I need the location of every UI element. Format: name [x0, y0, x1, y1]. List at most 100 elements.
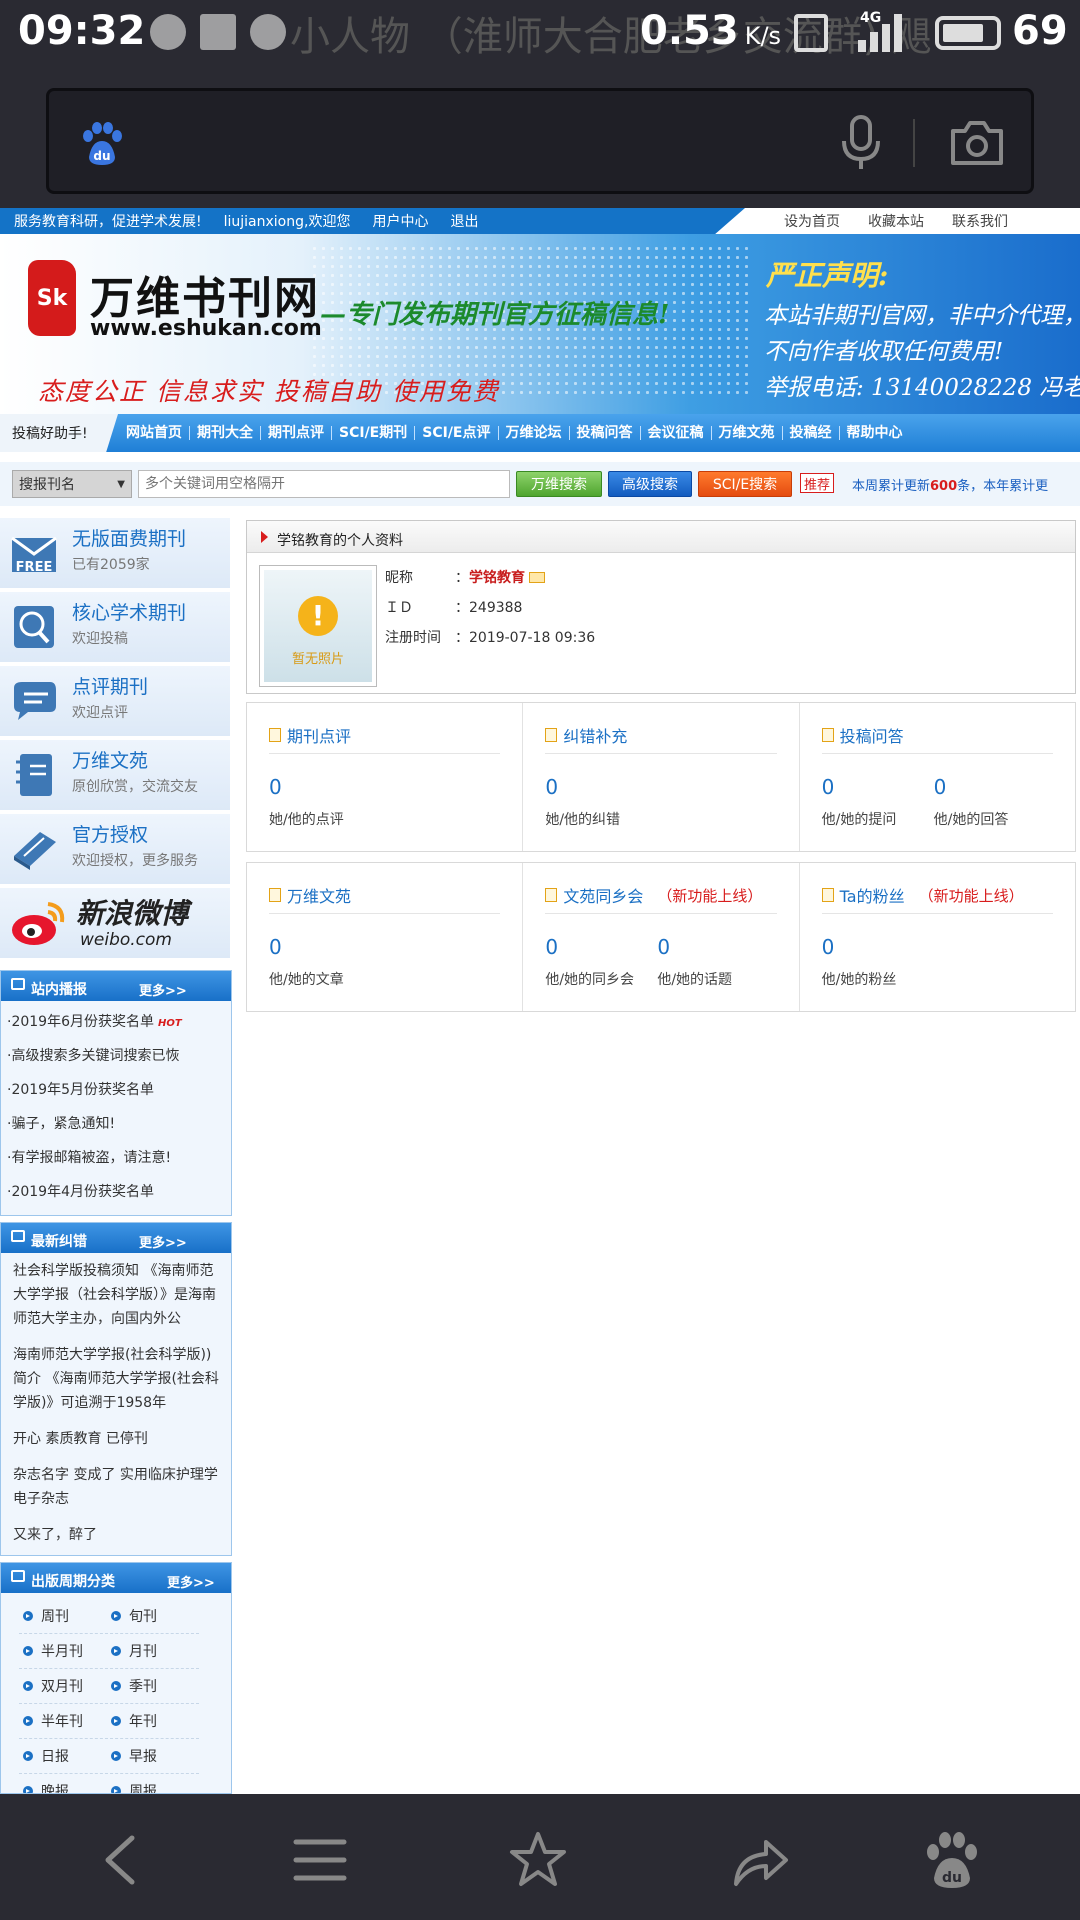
new-feature-badge: （新功能上线） — [657, 886, 763, 905]
more-link[interactable]: 更多>> — [167, 1572, 215, 1591]
document-icon — [269, 728, 281, 742]
list-item[interactable]: 社会科学版投稿须知 《海南师范大学学报（社会科学版）》是海南师范大学主办，向国内… — [1, 1253, 231, 1337]
keyword-input[interactable] — [138, 470, 510, 498]
nav-link-qa[interactable]: 投稿问答 — [570, 426, 641, 440]
recommend-badge[interactable]: 推荐 — [800, 473, 835, 493]
sidebar-item-free-journals[interactable]: FREE 无版面费期刊 已有2059家 — [0, 518, 230, 588]
bullet-arrow-icon — [111, 1611, 121, 1621]
logout-link[interactable]: 退出 — [450, 211, 478, 231]
stats-row-1: 期刊点评 0 她/他的点评 纠错补充 0 她/他的纠错 投稿问答 0 他/她的提… — [246, 702, 1076, 852]
update-stat: 本周累计更新600条，本年累计更 — [852, 479, 1049, 494]
chevron-down-icon: ▼ — [117, 479, 125, 490]
nav-link-forum[interactable]: 万维论坛 — [499, 426, 570, 440]
bullet-arrow-icon — [111, 1751, 121, 1761]
notice-line: 举报电话: 13140028228 冯老师 — [764, 375, 1080, 401]
topbar-right: 设为首页 收藏本站 联系我们 — [784, 208, 1008, 234]
notice-line: 本站非期刊官网，非中介代理， — [764, 303, 1080, 329]
share-icon[interactable] — [730, 1830, 790, 1890]
user-id: 249388 — [469, 600, 523, 616]
baidu-home-icon[interactable]: du — [922, 1830, 982, 1890]
camera-icon[interactable] — [949, 119, 1005, 167]
sidebar-item-official-auth[interactable]: 官方授权 欢迎授权，更多服务 — [0, 814, 230, 884]
nav-link-literature[interactable]: 万维文苑 — [712, 426, 783, 440]
period-item[interactable]: 月刊 — [107, 1641, 195, 1661]
browser-header: du — [0, 68, 1080, 210]
period-item[interactable]: 周报 — [107, 1781, 195, 1793]
advanced-search-button[interactable]: 高级搜索 — [608, 471, 692, 497]
period-item[interactable]: 半年刊 — [19, 1711, 107, 1731]
contact-us-link[interactable]: 联系我们 — [952, 211, 1008, 231]
period-item[interactable]: 早报 — [107, 1746, 195, 1766]
nav-link-sci-journals[interactable]: SCI/E期刊 — [332, 426, 416, 440]
nav-link-submission-tips[interactable]: 投稿经 — [783, 426, 840, 440]
search-button[interactable]: 万维搜索 — [516, 471, 602, 497]
period-item[interactable]: 年刊 — [107, 1711, 195, 1731]
panel-title: 出版周期分类 — [31, 1574, 115, 1590]
panel-icon — [11, 1230, 25, 1242]
weibo-link[interactable]: 新浪微博 weibo.com — [0, 888, 230, 958]
id-row: ＩＤ ：249388 — [385, 600, 523, 616]
period-item[interactable]: 晚报 — [19, 1781, 107, 1793]
nav-link-reviews[interactable]: 期刊点评 — [261, 426, 332, 440]
nav-link-sci-reviews[interactable]: SCI/E点评 — [415, 426, 499, 440]
bookmark-site-link[interactable]: 收藏本站 — [868, 211, 924, 231]
list-item[interactable]: ·2019年5月份获奖名单 — [1, 1073, 231, 1107]
nav-link-journals[interactable]: 期刊大全 — [190, 426, 261, 440]
period-item[interactable]: 旬刊 — [107, 1606, 195, 1626]
microphone-icon[interactable] — [839, 115, 883, 171]
nav-helper-label: 投稿好助手! — [0, 414, 118, 452]
triangle-marker-icon — [261, 531, 268, 543]
sidebar-item-review-journals[interactable]: 点评期刊 欢迎点评 — [0, 666, 230, 736]
message-icon[interactable] — [529, 572, 545, 583]
list-item[interactable]: ·高级搜索多关键词搜索已恢 — [1, 1039, 231, 1073]
site-topbar: 服务教育科研，促进学术发展! liujianxiong,欢迎您 用户中心 退出 … — [0, 208, 1080, 234]
nickname-link[interactable]: 学铭教育 — [469, 570, 525, 586]
list-item[interactable]: ·2019年4月份获奖名单 — [1, 1175, 231, 1209]
divider — [913, 119, 915, 167]
user-center-link[interactable]: 用户中心 — [372, 211, 428, 231]
stat-cell-hometown: 文苑同乡会 （新功能上线） 0 他/她的同乡会 0 他/她的话题 — [523, 863, 800, 1011]
notification-icons — [150, 14, 286, 50]
list-item[interactable]: ·骗子，紧急通知! — [1, 1107, 231, 1141]
browser-search-box[interactable]: du — [46, 88, 1034, 194]
more-link[interactable]: 更多>> — [139, 980, 187, 999]
back-icon[interactable] — [92, 1830, 152, 1890]
new-feature-badge: （新功能上线） — [918, 886, 1024, 905]
period-item[interactable]: 周刊 — [19, 1606, 107, 1626]
nav-link-home[interactable]: 网站首页 — [126, 426, 190, 440]
baidu-paw-icon[interactable]: du — [79, 121, 125, 167]
news-panel-header: 站内播报 更多>> — [1, 971, 231, 1001]
sci-search-button[interactable]: SCI/E搜索 — [698, 471, 792, 497]
nav-link-conference[interactable]: 会议征稿 — [641, 426, 712, 440]
stat-cell-fans: Ta的粉丝 （新功能上线） 0 他/她的粉丝 — [800, 863, 1075, 1011]
status-time: 09:32 — [18, 8, 146, 54]
menu-icon[interactable] — [290, 1830, 350, 1890]
weibo-text: 新浪微博 — [76, 897, 189, 930]
list-item[interactable]: 杂志名字 变成了 实用临床护理学电子杂志 — [1, 1457, 231, 1517]
list-item[interactable]: ·有学报邮箱被盗，请注意! — [1, 1141, 231, 1175]
notification-ticker: 小人物 （淮师大合肥老乡交流群):飓 — [290, 14, 932, 60]
document-icon — [821, 728, 834, 742]
more-link[interactable]: 更多>> — [139, 1232, 187, 1251]
star-icon[interactable] — [508, 1830, 568, 1890]
search-type-select[interactable]: 搜报刊名 ▼ — [12, 470, 132, 498]
sidebar-item-core-journals[interactable]: 核心学术期刊 欢迎投稿 — [0, 592, 230, 662]
list-item[interactable]: 海南师范大学学报(社会科学版))简介 《海南师范大学学报(社会科学版)》可追溯于… — [1, 1337, 231, 1421]
bullet-arrow-icon — [111, 1716, 121, 1726]
sidebar-item-literature[interactable]: 万维文苑 原创欣赏，交流交友 — [0, 740, 230, 810]
chat-bubble-icon — [150, 14, 186, 50]
list-item[interactable]: ·2019年6月份获奖名单 HOT — [1, 1005, 231, 1039]
period-item[interactable]: 半月刊 — [19, 1641, 107, 1661]
bullet-arrow-icon — [23, 1751, 33, 1761]
period-item[interactable]: 双月刊 — [19, 1676, 107, 1696]
site-motto: 服务教育科研，促进学术发展! — [14, 214, 202, 230]
period-item[interactable]: 季刊 — [107, 1676, 195, 1696]
set-homepage-link[interactable]: 设为首页 — [784, 211, 840, 231]
notebook-icon — [16, 754, 52, 796]
period-item[interactable]: 日报 — [19, 1746, 107, 1766]
profile-panel-header: 学铭教育的个人资料 — [247, 521, 1075, 553]
list-item[interactable]: 开心 素质教育 已停刊 — [1, 1421, 231, 1457]
nav-link-help[interactable]: 帮助中心 — [840, 426, 910, 440]
list-item[interactable]: 又来了，醉了 — [1, 1517, 231, 1553]
bullet-arrow-icon — [111, 1786, 121, 1793]
